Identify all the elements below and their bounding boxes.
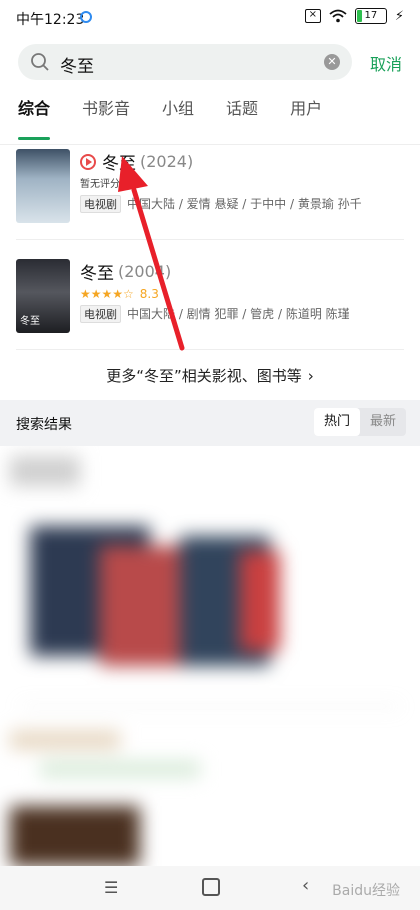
- divider: [16, 349, 404, 350]
- movie-year: (2004): [118, 262, 172, 281]
- movie-poster[interactable]: [16, 149, 70, 223]
- sort-toggle: 热门 最新: [313, 408, 406, 436]
- movie-card[interactable]: 冬至 (2024) 暂无评分 电视剧 中国大陆 / 爱情 悬疑 / 于中中 / 黄…: [0, 145, 420, 241]
- movie-results: 冬至 (2024) 暂无评分 电视剧 中国大陆 / 爱情 悬疑 / 于中中 / 黄…: [0, 144, 420, 401]
- tab-users[interactable]: 用户: [290, 94, 322, 134]
- sim-icon: ×: [304, 9, 321, 23]
- wifi-icon: [329, 9, 347, 23]
- movie-card[interactable]: 冬至 冬至 (2004) ★★★★☆ 8.3 电视剧 中国大陆 / 剧情 犯罪 /…: [0, 255, 420, 351]
- status-time: 中午12:23: [16, 12, 85, 28]
- status-icons: × 17 ⚡: [304, 8, 404, 24]
- type-tag: 电视剧: [80, 305, 121, 323]
- rating-text: 暂无评分: [80, 179, 120, 190]
- watermark-text: Baidu经验: [332, 883, 400, 899]
- poster-caption: 冬至: [20, 316, 40, 327]
- search-input[interactable]: 冬至 ✕: [18, 44, 352, 80]
- divider: [16, 239, 404, 240]
- clear-icon[interactable]: ✕: [324, 54, 340, 70]
- movie-meta: 电视剧 中国大陆 / 爱情 悬疑 / 于中中 / 黄景瑜 孙千: [80, 195, 362, 213]
- rating-score: 8.3: [139, 287, 159, 301]
- home-icon[interactable]: [202, 878, 220, 896]
- tab-all[interactable]: 综合: [18, 94, 51, 140]
- type-tag: 电视剧: [80, 195, 121, 213]
- battery-level: 17: [364, 10, 378, 21]
- blurred-content: [10, 456, 410, 866]
- sort-newest-button[interactable]: 最新: [360, 408, 406, 436]
- search-header: 冬至 ✕ 取消 综合 书影音 小组 话题 用户: [0, 36, 420, 144]
- movie-year: (2024): [140, 152, 194, 171]
- play-icon: [80, 153, 96, 170]
- movie-poster[interactable]: 冬至: [16, 259, 70, 333]
- back-icon[interactable]: ‹: [302, 875, 309, 896]
- search-query: 冬至: [60, 57, 94, 77]
- movie-info: 中国大陆 / 爱情 悬疑 / 于中中 / 黄景瑜 孙千: [127, 197, 362, 211]
- movie-title-row: 冬至 (2004): [80, 259, 171, 284]
- cancel-button[interactable]: 取消: [370, 51, 402, 75]
- movie-title: 冬至: [102, 154, 136, 174]
- battery-icon: 17: [354, 8, 387, 24]
- results-title: 搜索结果: [16, 417, 72, 433]
- tab-bar: 综合 书影音 小组 话题 用户: [0, 94, 420, 140]
- blurred-result-post[interactable]: [0, 446, 420, 866]
- menu-icon[interactable]: ☰: [104, 878, 118, 897]
- movie-title: 冬至: [80, 264, 114, 284]
- search-results-header: 搜索结果 热门 最新: [0, 400, 420, 446]
- movie-title-row: 冬至 (2024): [80, 149, 193, 174]
- notification-icon: [80, 11, 92, 23]
- star-rating: ★★★★☆ 8.3: [80, 287, 159, 301]
- more-link-label: 更多“冬至”相关影视、图书等: [106, 367, 302, 385]
- tab-media[interactable]: 书影音: [82, 94, 130, 134]
- tab-topics[interactable]: 话题: [226, 94, 258, 134]
- search-icon: [31, 53, 49, 71]
- charging-icon: ⚡: [394, 8, 404, 24]
- movie-info: 中国大陆 / 剧情 犯罪 / 管虎 / 陈道明 陈瑾: [127, 307, 350, 321]
- chevron-right-icon: ›: [307, 367, 314, 385]
- stars-icon: ★★★★☆: [80, 287, 134, 301]
- status-bar: 中午12:23 × 17 ⚡: [0, 0, 420, 36]
- tab-groups[interactable]: 小组: [162, 94, 194, 134]
- sort-hot-button[interactable]: 热门: [313, 408, 360, 436]
- movie-meta: 电视剧 中国大陆 / 剧情 犯罪 / 管虎 / 陈道明 陈瑾: [80, 305, 350, 323]
- more-results-link[interactable]: 更多“冬至”相关影视、图书等 ›: [0, 365, 420, 386]
